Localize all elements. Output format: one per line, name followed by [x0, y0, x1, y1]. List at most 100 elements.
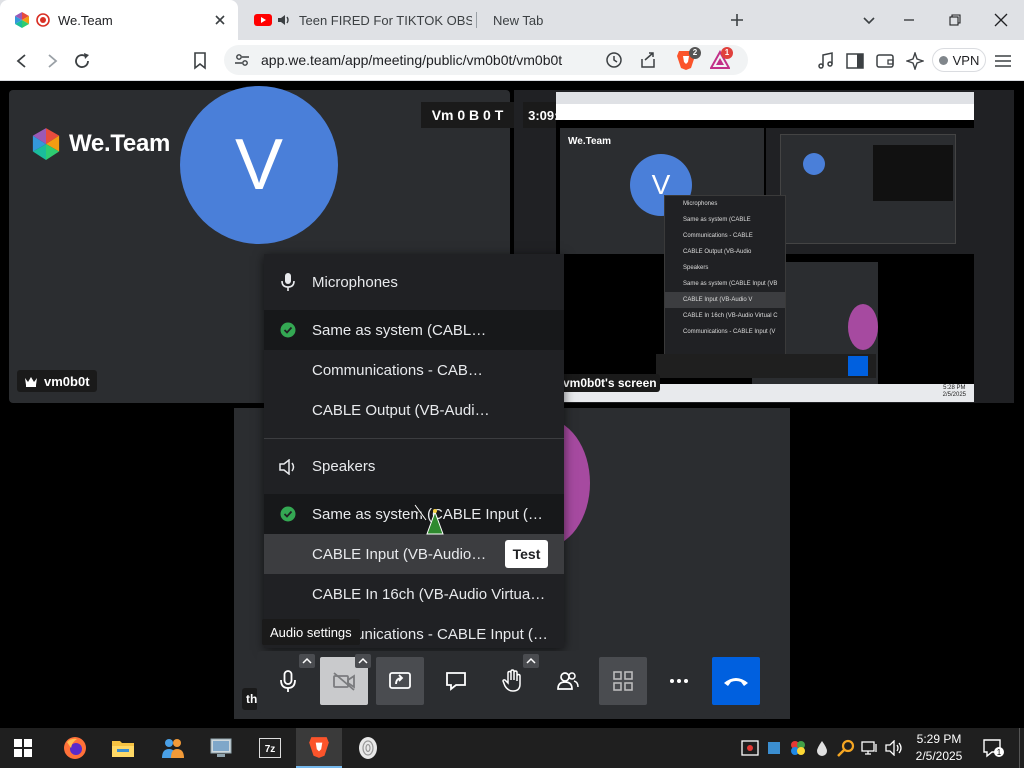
blue-app-tray-icon[interactable]	[764, 738, 784, 758]
restore-window-icon[interactable]	[932, 0, 978, 40]
tab-youtube[interactable]: Teen FIRED For TIKTOK OBSESS	[244, 0, 472, 40]
sidebar-toggle-icon[interactable]	[842, 48, 868, 74]
mini-share-tile	[766, 128, 974, 254]
clock-time: 5:29 PM	[916, 732, 962, 746]
bookmark-icon[interactable]	[187, 48, 213, 74]
mini-menu-item: Same as system (CABLE	[683, 217, 751, 223]
address-bar[interactable]: app.we.team/app/meeting/public/vm0b0t/vm…	[224, 45, 748, 75]
notifications-icon[interactable]: 1	[980, 738, 1006, 758]
screen-record-tray-icon[interactable]	[740, 738, 760, 758]
7zip-icon[interactable]: 7z	[247, 728, 293, 768]
mini-menu-item: CABLE In 16ch (VB-Audio Virtual C	[683, 313, 778, 319]
speaker-icon	[264, 458, 312, 475]
browser-toolbar: app.we.team/app/meeting/public/vm0b0t/vm…	[0, 40, 1024, 81]
notification-count: 1	[997, 748, 1002, 757]
mini-menu-item: CABLE Output (VB-Audio	[683, 249, 752, 255]
file-explorer-icon[interactable]	[100, 728, 146, 768]
new-tab-plus-icon[interactable]	[726, 10, 748, 30]
mini-logo-text: We.Team	[568, 136, 611, 147]
mic-option[interactable]: CABLE Output (VB-Audio Virtual Cable)	[264, 390, 564, 430]
media-music-icon[interactable]	[813, 48, 839, 74]
url-text: app.we.team/app/meeting/public/vm0b0t/vm…	[261, 52, 563, 68]
reload-icon[interactable]	[69, 48, 95, 74]
minimize-window-icon[interactable]	[886, 0, 932, 40]
shields-count-badge: 2	[689, 47, 701, 59]
back-arrow-icon[interactable]	[9, 48, 35, 74]
vpn-label: VPN	[952, 52, 980, 68]
puzzle-tray-icon[interactable]	[788, 738, 808, 758]
mini-audio-menu: Microphones Same as system (CABLE Commun…	[664, 195, 786, 355]
option-label: CABLE In 16ch (VB-Audio Virtual Cable)	[312, 585, 548, 603]
history-icon[interactable]	[605, 51, 623, 69]
speaker-audio-icon[interactable]	[277, 13, 291, 27]
mic-option[interactable]: Communications - CABLE Output (VB-Audio …	[264, 350, 564, 390]
browser-tab-strip: We.Team Teen FIRED For TIKTOK OBSESS New…	[0, 0, 1024, 40]
mini-date: 2/5/2025	[942, 392, 966, 398]
mini-clock: 5:28 PM 2/5/2025	[943, 385, 966, 399]
layout-grid-button[interactable]	[599, 657, 647, 705]
share-icon[interactable]	[639, 51, 657, 69]
vpn-button[interactable]: VPN	[932, 48, 986, 72]
room-name-label: Vm 0 B 0 T	[421, 102, 514, 128]
option-label: CABLE Input (VB-Audio Virtual Cable)	[312, 545, 488, 563]
end-call-button[interactable]	[712, 657, 760, 705]
option-label: Communications - CABLE Output (VB-Audio …	[312, 361, 488, 379]
show-desktop-button[interactable]	[1019, 728, 1024, 768]
volume-tray-icon[interactable]	[884, 738, 904, 758]
participant-name-chip-bottom: th	[242, 688, 258, 710]
test-speaker-button[interactable]: Test	[505, 540, 548, 568]
share-screen-button[interactable]	[376, 657, 424, 705]
mini-menu-item: CABLE Input (VB-Audio V	[665, 292, 785, 308]
host-crown-icon	[24, 375, 38, 387]
search-magnifier-tray-icon[interactable]	[836, 738, 856, 758]
mini-nested-share	[873, 145, 953, 201]
section-title: Microphones	[312, 273, 398, 291]
droplet-tray-icon[interactable]	[812, 738, 832, 758]
hamburger-menu-icon[interactable]	[990, 48, 1016, 74]
mini-time: 5:28 PM	[943, 385, 966, 391]
participants-button[interactable]	[544, 657, 592, 705]
forward-arrow-icon[interactable]	[39, 48, 65, 74]
youtube-favicon-icon	[254, 13, 272, 27]
brave-taskbar-icon[interactable]	[296, 728, 342, 768]
leo-ai-icon[interactable]	[902, 48, 928, 74]
reactions-caret-icon[interactable]	[523, 654, 539, 668]
tab-separator	[476, 12, 477, 28]
mini-nested-screen	[780, 134, 956, 244]
firefox-icon[interactable]	[52, 728, 98, 768]
speaker-option[interactable]: CABLE Input (VB-Audio Virtual Cable) Tes…	[264, 534, 564, 574]
weteam-logo-text: We.Team	[69, 130, 171, 157]
system-clock[interactable]: 5:29 PM 2/5/2025	[904, 731, 974, 765]
clock-date: 2/5/2025	[915, 749, 963, 763]
fingerprint-app-icon[interactable]	[345, 728, 391, 768]
mic-options-caret-icon[interactable]	[299, 654, 315, 668]
network-tray-icon[interactable]	[860, 738, 880, 758]
mini-avatar-purple	[848, 304, 878, 350]
camera-options-caret-icon[interactable]	[355, 654, 371, 668]
shared-screen-content: We.Team V Microphones Same as system (CA…	[556, 92, 974, 402]
mic-option[interactable]: Same as system (CABLE Output (VB-Audio V…	[264, 310, 564, 350]
mini-menu-item: Microphones	[683, 201, 718, 207]
chat-button[interactable]	[432, 657, 480, 705]
avatar: V	[180, 86, 338, 244]
brave-shields-icon[interactable]: 2	[676, 47, 701, 71]
people-app-icon[interactable]	[150, 728, 196, 768]
site-settings-icon[interactable]	[234, 52, 250, 68]
svg-text:7z: 7z	[265, 744, 276, 755]
recording-icon	[36, 13, 50, 27]
network-monitor-icon[interactable]	[198, 728, 244, 768]
windows-start-icon[interactable]	[0, 728, 46, 768]
close-window-icon[interactable]	[978, 0, 1024, 40]
microphones-header: Microphones	[264, 254, 564, 310]
tab-new-tab[interactable]: New Tab	[480, 0, 708, 40]
microphone-icon	[264, 272, 312, 292]
brave-rewards-icon[interactable]: 1	[710, 47, 733, 70]
tab-weteam[interactable]: We.Team	[0, 0, 238, 40]
wallet-icon[interactable]	[872, 48, 898, 74]
speaker-option[interactable]: CABLE In 16ch (VB-Audio Virtual Cable)	[264, 574, 564, 614]
close-tab-icon[interactable]	[212, 12, 228, 28]
more-options-button[interactable]	[655, 657, 703, 705]
windows-taskbar: 7z 5:29 PM 2/5/2025 1	[0, 728, 1024, 768]
mini-menu-item: Communications - CABLE	[683, 233, 753, 239]
weteam-logo: We.Team	[31, 128, 170, 160]
